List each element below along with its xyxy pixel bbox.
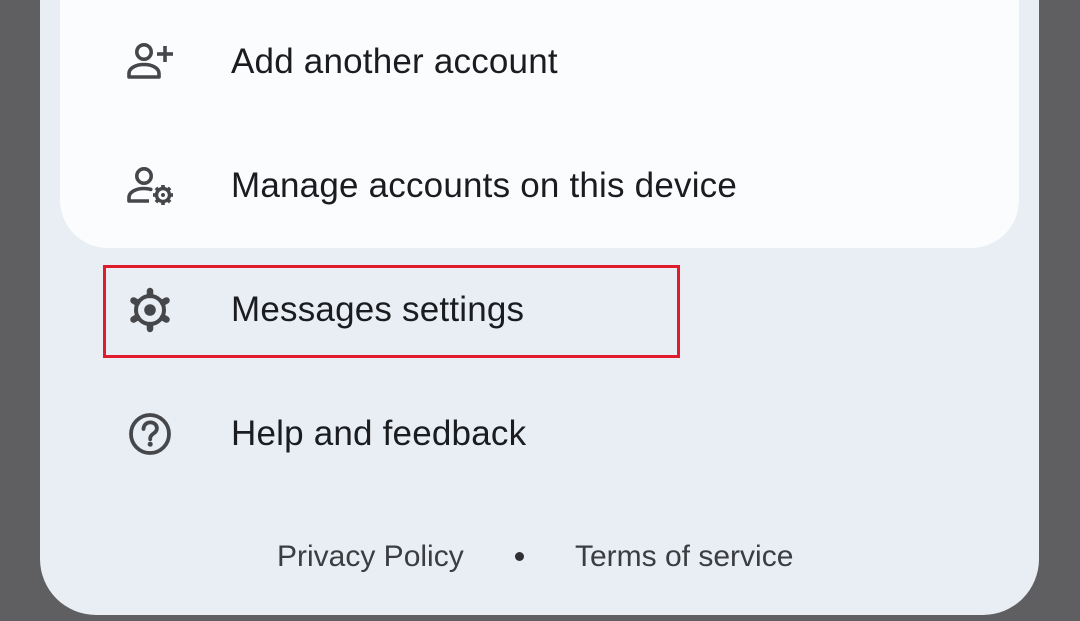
help-and-feedback-label: Help and feedback <box>231 414 527 453</box>
privacy-policy-link[interactable]: Privacy Policy <box>277 540 464 574</box>
manage-accounts-item[interactable]: Manage accounts on this device <box>105 144 737 228</box>
manage-accounts-label: Manage accounts on this device <box>231 166 738 205</box>
gear-icon <box>105 268 195 352</box>
manage-accounts-icon <box>105 144 195 228</box>
help-circle-icon <box>105 392 195 476</box>
add-another-account-label: Add another account <box>231 42 558 81</box>
add-another-account-item[interactable]: Add another account <box>105 20 558 104</box>
footer-separator-dot <box>515 552 524 561</box>
messages-settings-label: Messages settings <box>231 290 525 329</box>
footer: Privacy Policy Terms of service <box>0 535 1080 579</box>
messages-settings-item[interactable]: Messages settings <box>105 268 524 352</box>
terms-of-service-link[interactable]: Terms of service <box>575 540 793 574</box>
help-and-feedback-item[interactable]: Help and feedback <box>105 392 526 476</box>
person-add-icon <box>105 20 195 104</box>
